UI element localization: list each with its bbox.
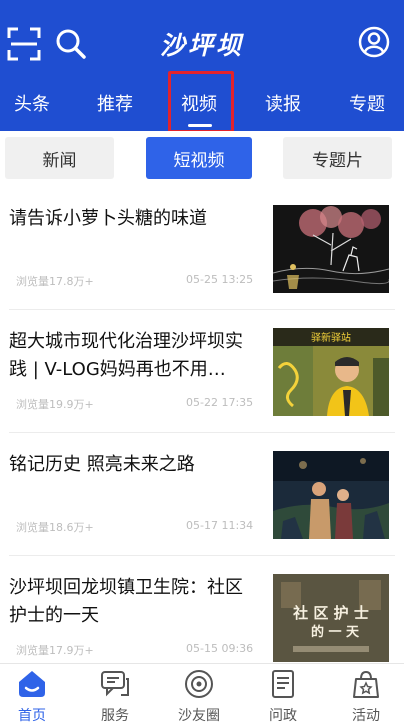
bottom-nav-label: 问政 <box>269 708 297 722</box>
video-thumbnail[interactable]: 驿新驿站 <box>273 328 389 416</box>
view-count: 浏览量18.6万+ <box>16 521 94 534</box>
disc-icon <box>183 669 215 699</box>
bottom-nav-label: 活动 <box>352 708 380 722</box>
document-icon <box>267 669 299 699</box>
view-count: 浏览量17.9万+ <box>16 644 94 657</box>
tab-headlines[interactable]: 头条 <box>14 90 50 116</box>
app-logo: 沙坪坝 <box>159 31 244 60</box>
bottom-nav-label: 沙友圈 <box>178 708 220 722</box>
tab-recommended[interactable]: 推荐 <box>97 90 133 116</box>
bottom-nav-inquiry[interactable]: 问政 <box>243 664 323 722</box>
bottom-nav-home[interactable]: 首页 <box>0 664 72 722</box>
list-item[interactable]: 铭记历史 照亮未来之路 浏览量18.6万+ 05-17 11:34 <box>0 433 404 556</box>
bottom-nav-circle[interactable]: 沙友圈 <box>159 664 239 722</box>
tab-newspaper[interactable]: 读报 <box>265 90 301 116</box>
bottom-navigation: 首页 服务 沙友圈 问政 活动 <box>0 663 404 722</box>
view-count: 浏览量19.9万+ <box>16 398 94 411</box>
tab-topics[interactable]: 专题 <box>349 90 385 116</box>
header-toolbar: 沙坪坝 <box>0 18 404 68</box>
item-title: 铭记历史 照亮未来之路 <box>9 454 195 475</box>
thumbnail-subtitle-text: 的 一 天 <box>311 624 360 640</box>
home-icon <box>16 669 48 699</box>
publish-time: 05-25 13:25 <box>186 273 254 286</box>
bottom-nav-label: 首页 <box>18 708 46 722</box>
publish-time: 05-22 17:35 <box>186 396 254 409</box>
subtab-short-video[interactable]: 短视频 <box>146 137 252 179</box>
item-title: 沙坪坝回龙坝镇卫生院：社区护士的一天 <box>9 577 243 626</box>
list-item[interactable]: 超大城市现代化治理沙坪坝实践 | V-LOG妈妈再也不用… 浏览量19.9万+ … <box>0 310 404 433</box>
view-count: 浏览量17.8万+ <box>16 275 94 288</box>
thumbnail-title-text: 社 区 护 士 <box>292 604 369 622</box>
video-subtabs: 新闻 短视频 专题片 <box>0 131 404 187</box>
gift-bag-icon <box>350 669 382 699</box>
subtab-special-film[interactable]: 专题片 <box>283 137 392 179</box>
publish-time: 05-15 09:36 <box>186 642 254 655</box>
subtab-news[interactable]: 新闻 <box>5 137 114 179</box>
thumbnail-sign-text: 驿新驿站 <box>311 331 351 344</box>
video-thumbnail[interactable]: 社 区 护 士 的 一 天 <box>273 574 389 662</box>
service-chat-icon <box>99 669 131 699</box>
tab-highlight-box <box>168 71 234 133</box>
item-title: 请告诉小萝卜头糖的味道 <box>9 208 207 229</box>
video-thumbnail[interactable] <box>273 451 389 539</box>
video-feed: 请告诉小萝卜头糖的味道 浏览量17.8万+ 05-25 13:25 超大城市现代… <box>0 187 404 663</box>
bottom-nav-events[interactable]: 活动 <box>326 664 404 722</box>
item-title: 超大城市现代化治理沙坪坝实践 | V-LOG妈妈再也不用… <box>9 331 243 380</box>
bottom-nav-service[interactable]: 服务 <box>75 664 155 722</box>
app-header: 沙坪坝 头条 推荐 视频 读报 专题 <box>0 0 404 133</box>
list-item[interactable]: 请告诉小萝卜头糖的味道 浏览量17.8万+ 05-25 13:25 <box>0 187 404 310</box>
list-item[interactable]: 沙坪坝回龙坝镇卫生院：社区护士的一天 浏览量17.9万+ 05-15 09:36… <box>0 556 404 663</box>
publish-time: 05-17 11:34 <box>186 519 254 532</box>
bottom-nav-label: 服务 <box>101 708 129 722</box>
user-icon[interactable] <box>358 26 390 58</box>
video-thumbnail[interactable] <box>273 205 389 293</box>
